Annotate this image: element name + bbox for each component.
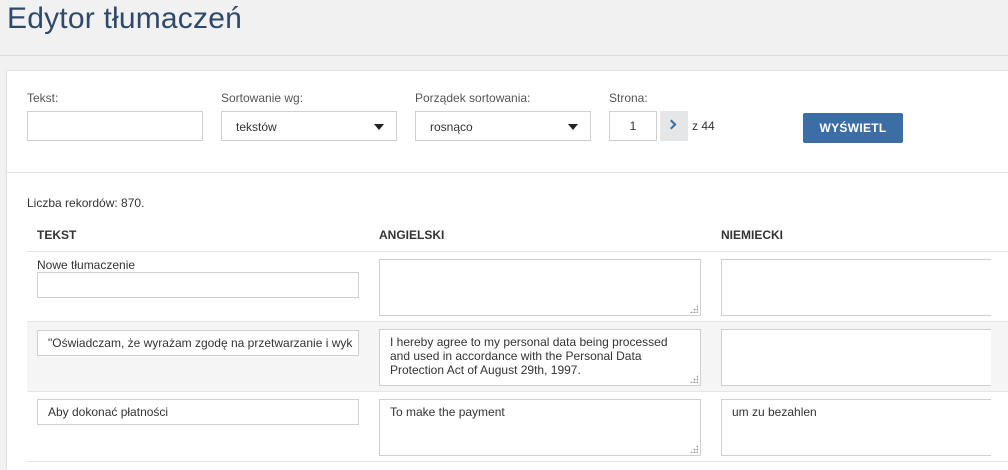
text-filter-label: Tekst: bbox=[27, 91, 59, 105]
page-header: Edytor tłumaczeń bbox=[0, 0, 1008, 56]
sort-by-value: tekstów bbox=[236, 120, 277, 134]
next-page-button[interactable] bbox=[660, 111, 688, 141]
new-translation-row: Nowe tłumaczenie bbox=[27, 251, 1008, 321]
row-english-textarea[interactable]: To make the payment bbox=[379, 399, 701, 456]
new-translation-label: Nowe tłumaczenie bbox=[37, 258, 136, 272]
row-text-input[interactable]: "Oświadczam, że wyrażam zgodę na przetwa… bbox=[37, 330, 359, 356]
row-german-value: um zu bezahlen bbox=[732, 405, 817, 419]
column-header-german: NIEMIECKI bbox=[721, 228, 784, 242]
sort-order-select[interactable]: rosnąco bbox=[415, 111, 591, 141]
caret-down-icon bbox=[568, 124, 578, 130]
row-english-textarea[interactable]: I hereby agree to my personal data being… bbox=[379, 329, 701, 386]
text-filter-input[interactable] bbox=[27, 111, 203, 141]
page-number-input[interactable] bbox=[609, 111, 657, 141]
resize-grip-icon[interactable] bbox=[690, 445, 698, 453]
row-german-textarea[interactable] bbox=[721, 329, 991, 386]
sort-by-select[interactable]: tekstów bbox=[221, 111, 397, 141]
row-english-value: I hereby agree to my personal data being… bbox=[390, 335, 668, 377]
sort-order-label: Porządek sortowania: bbox=[415, 91, 531, 105]
column-header-text: TEKST bbox=[37, 228, 77, 242]
filter-bar: Tekst: Sortowanie wg: tekstów Porządek s… bbox=[7, 71, 1008, 173]
sort-by-label: Sortowanie wg: bbox=[221, 91, 304, 105]
caret-down-icon bbox=[374, 124, 384, 130]
table-row: "Oświadczam, że wyrażam zgodę na przetwa… bbox=[27, 321, 1008, 391]
resize-grip-icon[interactable] bbox=[690, 375, 698, 383]
table-row: Aby dokonać płatności To make the paymen… bbox=[27, 391, 1008, 461]
page-total: z 44 bbox=[692, 119, 715, 133]
page-title: Edytor tłumaczeń bbox=[7, 2, 242, 35]
new-german-textarea[interactable] bbox=[721, 259, 991, 316]
chevron-right-icon bbox=[666, 119, 677, 130]
new-text-input[interactable] bbox=[37, 272, 359, 298]
column-header-english: ANGIELSKI bbox=[379, 228, 445, 242]
record-count: Liczba rekordów: 870. bbox=[27, 196, 145, 210]
row-text-input[interactable]: Aby dokonać płatności bbox=[37, 399, 359, 425]
translation-editor-panel: Tekst: Sortowanie wg: tekstów Porządek s… bbox=[6, 70, 1008, 470]
row-english-value: To make the payment bbox=[390, 405, 505, 419]
row-german-textarea[interactable]: um zu bezahlen bbox=[721, 399, 991, 456]
page-label: Strona: bbox=[609, 91, 648, 105]
show-button[interactable]: WYŚWIETL bbox=[803, 113, 903, 143]
new-english-textarea[interactable] bbox=[379, 259, 701, 316]
sort-order-value: rosnąco bbox=[430, 120, 473, 134]
resize-grip-icon[interactable] bbox=[690, 305, 698, 313]
